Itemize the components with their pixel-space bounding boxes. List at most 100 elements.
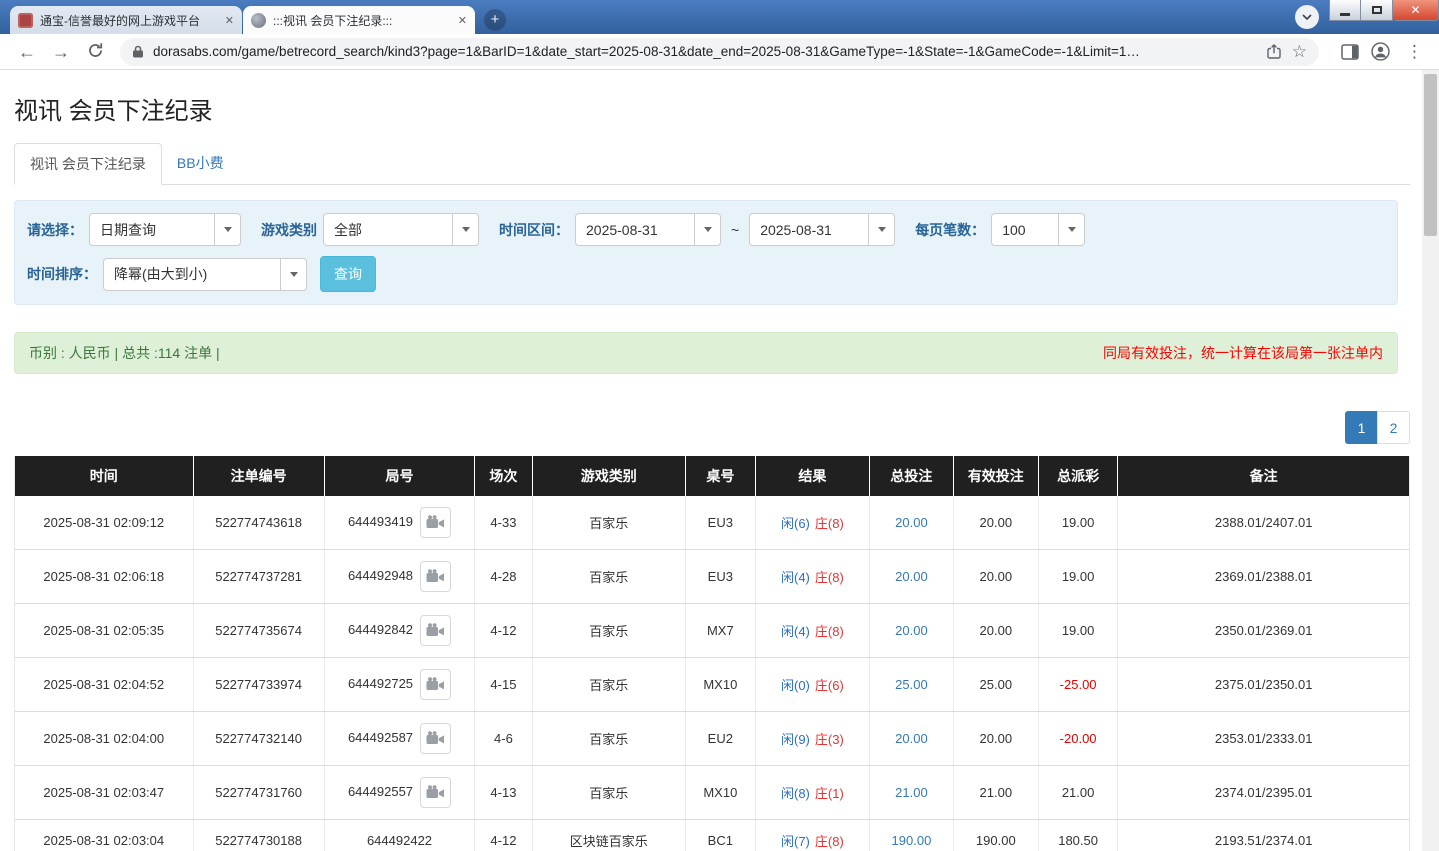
cell-payout: -20.00 — [1038, 711, 1119, 766]
round-number: 644492422 — [366, 833, 433, 848]
round-number: 644492557 — [347, 783, 414, 799]
video-replay-button[interactable] — [420, 777, 452, 808]
window-maximize-button[interactable] — [1361, 0, 1393, 21]
profile-avatar[interactable] — [1371, 42, 1390, 61]
cell-note: 2193.51/2374.01 — [1117, 819, 1410, 851]
chevron-down-icon[interactable] — [452, 214, 478, 245]
video-replay-button[interactable] — [420, 507, 452, 538]
video-replay-button[interactable] — [420, 669, 452, 700]
browser-tab-betrecord[interactable]: :::视讯 会员下注纪录::: ✕ — [243, 6, 475, 34]
cell-result: 闲(0) 庄(6) — [755, 657, 871, 712]
cell-bet-number: 522774732140 — [193, 711, 325, 766]
tab-close-icon[interactable]: ✕ — [458, 14, 467, 27]
new-tab-button[interactable]: + — [484, 9, 506, 31]
cell-session: 4-12 — [474, 819, 533, 851]
browser-window: 通宝-信誉最好的网上游戏平台 ✕ :::视讯 会员下注纪录::: ✕ + ✕ ←… — [0, 0, 1439, 851]
total-bet-link[interactable]: 20.00 — [895, 623, 928, 638]
tab-list-chevron-icon[interactable] — [1295, 5, 1319, 29]
column-header: 总投注 — [869, 456, 954, 496]
per-page-select[interactable]: 100 — [991, 213, 1086, 246]
scrollbar-thumb[interactable] — [1424, 74, 1437, 236]
date-start-input[interactable]: 2025-08-31 — [575, 213, 721, 246]
video-camera-icon — [426, 569, 445, 582]
total-bet-link[interactable]: 20.00 — [895, 569, 928, 584]
chevron-down-icon[interactable] — [214, 214, 240, 245]
date-end-input[interactable]: 2025-08-31 — [749, 213, 896, 246]
reload-button[interactable] — [82, 42, 108, 62]
site-favicon — [18, 12, 33, 28]
round-number: 644492842 — [347, 621, 414, 637]
cell-round-number: 644493419 — [324, 496, 476, 550]
tab-betrecord[interactable]: 视讯 会员下注纪录 — [14, 143, 162, 185]
column-header: 总派彩 — [1038, 456, 1119, 496]
search-button[interactable]: 查询 — [320, 256, 376, 292]
cell-session: 4-13 — [474, 765, 533, 820]
total-bet-link[interactable]: 20.00 — [895, 515, 928, 530]
summary-bar: 币别 : 人民币 | 总共 :114 注单 | 同局有效投注，统一计算在该局第一… — [14, 332, 1398, 374]
cell-game-type: 区块链百家乐 — [532, 819, 686, 851]
query-type-select[interactable]: 日期查询 — [89, 213, 241, 246]
video-replay-button[interactable] — [420, 615, 452, 646]
chevron-down-icon[interactable] — [868, 214, 895, 245]
chevron-down-icon[interactable] — [1058, 214, 1085, 245]
cell-total-bet: 20.00 — [869, 711, 954, 766]
total-bet-link[interactable]: 25.00 — [895, 677, 928, 692]
table-row: 2025-08-31 02:09:12 522774743618 6444934… — [14, 496, 1410, 550]
forward-button[interactable]: → — [48, 43, 74, 61]
side-panel-button[interactable] — [1341, 43, 1359, 60]
chevron-down-icon[interactable] — [694, 214, 720, 245]
cell-total-bet: 20.00 — [869, 549, 954, 604]
video-replay-button[interactable] — [420, 561, 452, 592]
page-button-2[interactable]: 2 — [1377, 411, 1410, 444]
browser-tab-home[interactable]: 通宝-信誉最好的网上游戏平台 ✕ — [10, 6, 242, 34]
side-panel-icon — [1341, 43, 1359, 60]
currency-summary: 币别 : 人民币 | 总共 :114 注单 | — [29, 345, 220, 361]
bookmark-star-icon[interactable]: ☆ — [1292, 42, 1307, 62]
cell-game-type: 百家乐 — [532, 549, 686, 604]
window-minimize-button[interactable] — [1329, 0, 1361, 21]
cell-bet-number: 522774730188 — [193, 819, 325, 851]
result-player: 闲(4) — [781, 570, 810, 585]
video-replay-button[interactable] — [420, 723, 452, 754]
result-banker: 庄(8) — [814, 516, 844, 531]
cell-bet-number: 522774733974 — [193, 657, 325, 712]
browser-menu-button[interactable]: ⋮ — [1402, 42, 1427, 62]
table-row: 2025-08-31 02:03:47 522774731760 6444925… — [14, 765, 1410, 820]
chevron-down-icon[interactable] — [280, 258, 306, 290]
address-bar[interactable]: dorasabs.com/game/betrecord_search/kind3… — [120, 37, 1319, 66]
url-text: dorasabs.com/game/betrecord_search/kind3… — [153, 44, 1140, 59]
cell-result: 闲(9) 庄(3) — [755, 711, 871, 766]
table-row: 2025-08-31 02:05:35 522774735674 6444928… — [14, 603, 1410, 658]
cell-game-type: 百家乐 — [532, 496, 686, 550]
cell-game-type: 百家乐 — [532, 765, 686, 820]
window-close-button[interactable]: ✕ — [1393, 0, 1439, 21]
page-button-1[interactable]: 1 — [1345, 411, 1378, 444]
result-banker: 庄(8) — [814, 624, 844, 639]
result-player: 闲(0) — [781, 678, 810, 693]
sort-order-select[interactable]: 降幂(由大到小) — [103, 257, 307, 291]
share-button[interactable] — [1266, 43, 1282, 60]
column-header: 时间 — [14, 456, 194, 496]
video-camera-icon — [426, 623, 445, 636]
cell-result: 闲(7) 庄(8) — [755, 819, 871, 851]
cell-round-number: 644492557 — [324, 765, 476, 820]
game-type-select[interactable]: 全部 — [323, 213, 479, 246]
tab-bb-tip[interactable]: BB小费 — [162, 143, 239, 185]
back-button[interactable]: ← — [14, 43, 40, 61]
tab-close-icon[interactable]: ✕ — [225, 14, 234, 27]
table-row: 2025-08-31 02:06:18 522774737281 6444929… — [14, 549, 1410, 604]
cell-valid-bet: 20.00 — [953, 711, 1039, 766]
cell-result: 闲(8) 庄(1) — [755, 765, 871, 820]
result-player: 闲(6) — [781, 516, 810, 531]
maximize-icon — [1371, 6, 1382, 14]
result-player: 闲(8) — [781, 786, 810, 801]
cell-time: 2025-08-31 02:04:00 — [14, 711, 194, 766]
total-bet-link[interactable]: 21.00 — [895, 785, 928, 800]
total-bet-link[interactable]: 20.00 — [895, 731, 928, 746]
page-scrollbar[interactable] — [1422, 70, 1439, 851]
column-header: 结果 — [755, 456, 871, 496]
total-bet-link[interactable]: 190.00 — [892, 833, 932, 848]
filter-panel: 请选择： 日期查询 游戏类别 全部 时间区间： 2025-08-31 ~ 202 — [14, 200, 1398, 305]
cell-total-bet: 20.00 — [869, 603, 954, 658]
cell-payout: 180.50 — [1038, 819, 1119, 851]
